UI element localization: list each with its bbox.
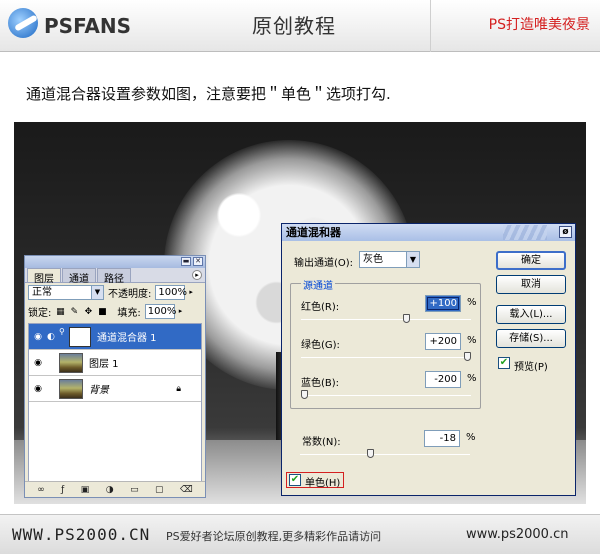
layers-list: ◉ ◐ ⚲ 通道混合器 1 ◉ 图层 1 ◉ 背景 🔒︎ — [28, 323, 202, 483]
chevron-down-icon: ▼ — [406, 252, 419, 267]
green-slider-thumb[interactable] — [464, 352, 471, 361]
layer-thumbnail — [59, 352, 83, 373]
eye-icon[interactable]: ◉ — [29, 384, 47, 394]
green-label: 绿色(G): — [301, 340, 340, 351]
eye-icon[interactable]: ◉ — [29, 358, 47, 368]
blend-mode-select[interactable]: 正常 ▼ — [28, 285, 104, 300]
output-channel-label: 输出通道(O): — [294, 258, 354, 269]
tutorial-tagline: PS打造唯美夜景 — [488, 17, 590, 33]
new-layer-icon[interactable]: ▢ — [155, 485, 164, 495]
blend-opacity-row: 正常 ▼ 不透明度: 100% ▸ — [25, 283, 205, 302]
fill-input[interactable]: 100% — [144, 304, 176, 319]
dialog-close-icon[interactable]: ø — [559, 226, 572, 238]
titlebar-decoration — [503, 225, 547, 240]
blue-label: 蓝色(B): — [301, 378, 340, 389]
layers-panel-tabs: 图层 通道 路径 ▸ — [25, 268, 205, 285]
preview-checkbox[interactable]: ✔ — [498, 357, 510, 369]
close-icon[interactable]: ✕ — [193, 257, 203, 266]
layer-background[interactable]: ◉ 背景 🔒︎ — [29, 376, 201, 402]
layer-mask-thumbnail[interactable] — [69, 326, 91, 347]
load-button[interactable]: 载入(L)... — [496, 305, 566, 324]
link-layers-icon[interactable]: ∞ — [37, 485, 45, 495]
output-channel-select[interactable]: 灰色 ▼ — [359, 251, 420, 268]
instruction-text: 通道混合器设置参数如图，注意要把＂单色＂选项打勾. — [26, 85, 391, 103]
constant-slider-thumb[interactable] — [366, 449, 374, 458]
site-header: PSFANS 原创教程 PS打造唯美夜景 — [0, 0, 600, 52]
red-label: 红色(R): — [301, 302, 340, 313]
link-icon[interactable]: ⚲ — [59, 327, 67, 347]
opacity-label: 不透明度: — [108, 289, 152, 300]
psfans-logo-icon — [8, 8, 38, 38]
source-channels-group: 源通道 红色(R): +100 % 绿色(G): +200 % 蓝色(B): -… — [290, 277, 481, 409]
blue-percent: % — [467, 373, 477, 384]
constant-slider-track[interactable] — [300, 454, 470, 455]
lock-pixels-icon[interactable]: ✎ — [69, 307, 79, 317]
layer-name: 背景 — [89, 385, 109, 396]
page-title: 原创教程 — [252, 14, 336, 38]
new-group-icon[interactable]: ▭ — [130, 485, 139, 495]
lock-all-icon[interactable]: ■ — [97, 307, 107, 317]
lock-label: 锁定: — [28, 308, 52, 319]
layer-style-icon[interactable]: ƒ — [61, 485, 64, 495]
green-slider-track[interactable] — [301, 357, 471, 358]
blue-slider-track[interactable] — [301, 395, 471, 396]
tab-channels[interactable]: 通道 — [62, 268, 96, 285]
channel-mixer-dialog: 通道混和器 ø 输出通道(O): 灰色 ▼ 源通道 红色(R): +100 % … — [281, 223, 576, 496]
red-value-input[interactable]: +100 — [425, 295, 461, 312]
layer-1[interactable]: ◉ 图层 1 — [29, 350, 201, 376]
monochrome-label: 单色(H) — [305, 478, 341, 489]
lock-fill-row: 锁定: ▦ ✎ ✥ ■ 填充: 100% ▸ — [25, 302, 205, 321]
preview-label: 预览(P) — [514, 362, 548, 373]
lock-icon: 🔒︎ — [176, 383, 181, 394]
site-footer: WWW.PS2000.CN PS爱好者论坛原创教程,更多精彩作品请访问 www.… — [0, 514, 600, 554]
lock-position-icon[interactable]: ✥ — [83, 307, 93, 317]
opacity-input[interactable]: 100% — [155, 285, 187, 300]
cancel-button[interactable]: 取消 — [496, 275, 566, 294]
footer-url[interactable]: www.ps2000.cn — [466, 527, 568, 542]
red-percent: % — [467, 297, 477, 308]
new-adjustment-icon[interactable]: ◑ — [106, 485, 114, 495]
lock-transparency-icon[interactable]: ▦ — [55, 307, 65, 317]
blue-slider-thumb[interactable] — [301, 390, 308, 399]
adjustment-icon: ◐ — [47, 331, 55, 342]
constant-percent: % — [466, 432, 476, 443]
dialog-title: 通道混和器 — [286, 226, 341, 239]
blue-value-input[interactable]: -200 — [425, 371, 461, 388]
green-percent: % — [467, 335, 477, 346]
layer-name: 通道混合器 1 — [97, 333, 157, 344]
constant-value-input[interactable]: -18 — [424, 430, 460, 447]
minimize-icon[interactable]: ▬ — [181, 257, 191, 266]
output-channel-value: 灰色 — [363, 254, 383, 265]
chevron-down-icon: ▼ — [91, 286, 103, 299]
trash-icon[interactable]: ⌫ — [180, 485, 193, 495]
source-channels-label: 源通道 — [301, 277, 335, 292]
green-value-input[interactable]: +200 — [425, 333, 461, 350]
layers-toolbar: ∞ ƒ ▣ ◑ ▭ ▢ ⌫ — [25, 481, 205, 497]
blend-mode-value: 正常 — [32, 287, 52, 298]
tab-paths[interactable]: 路径 — [97, 268, 131, 285]
add-mask-icon[interactable]: ▣ — [81, 485, 90, 495]
layers-panel: ▬ ✕ 图层 通道 路径 ▸ 正常 ▼ 不透明度: 100% ▸ 锁定: ▦ ✎… — [24, 255, 206, 498]
dialog-titlebar[interactable]: 通道混和器 ø — [282, 224, 575, 241]
tab-layers[interactable]: 图层 — [27, 268, 61, 285]
layer-name: 图层 1 — [89, 359, 119, 370]
ok-button[interactable]: 确定 — [496, 251, 566, 270]
footer-site-logo: WWW.PS2000.CN — [12, 525, 151, 544]
fill-label: 填充: — [117, 308, 141, 319]
constant-label: 常数(N): — [302, 437, 341, 448]
red-slider-track[interactable] — [301, 319, 471, 320]
layers-panel-titlebar[interactable]: ▬ ✕ — [25, 256, 205, 268]
panel-menu-icon[interactable]: ▸ — [192, 270, 202, 280]
eye-icon[interactable]: ◉ — [29, 332, 47, 342]
opacity-arrow-icon[interactable]: ▸ — [189, 285, 198, 300]
monochrome-checkbox[interactable]: ✔ — [289, 474, 301, 486]
red-slider-thumb[interactable] — [402, 314, 410, 323]
fill-arrow-icon[interactable]: ▸ — [179, 304, 188, 319]
logo-text: PSFANS — [44, 14, 132, 38]
layer-channel-mixer[interactable]: ◉ ◐ ⚲ 通道混合器 1 — [29, 324, 201, 350]
layer-thumbnail — [59, 378, 83, 399]
save-button[interactable]: 存储(S)... — [496, 329, 566, 348]
footer-message: PS爱好者论坛原创教程,更多精彩作品请访问 — [166, 530, 382, 543]
